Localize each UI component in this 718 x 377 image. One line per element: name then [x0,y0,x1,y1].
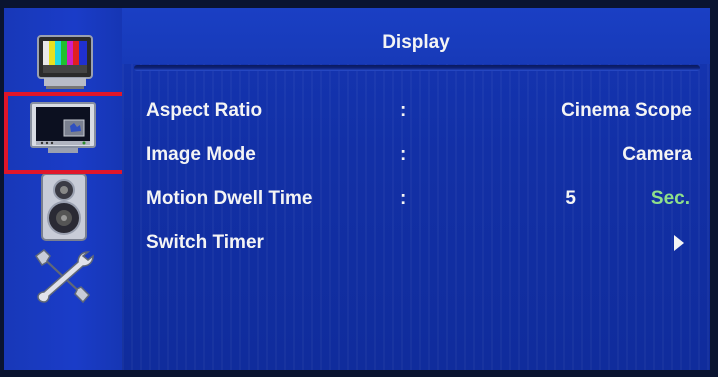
motion-dwell-time-label: Motion Dwell Time [146,188,313,209]
sidebar [4,8,128,370]
tools-icon[interactable] [26,246,100,304]
menu-row-motion-dwell-time[interactable]: Motion Dwell Time : 5 Sec. [122,184,710,214]
menu-row-aspect-ratio[interactable]: Aspect Ratio : Cinema Scope [122,96,710,126]
aspect-ratio-value[interactable]: Cinema Scope [561,100,692,122]
osd-screen: Display Aspect Ratio : Cinema Scope Imag… [4,8,710,370]
image-mode-value[interactable]: Camera [622,144,692,166]
motion-dwell-time-value[interactable]: 5 [565,188,576,210]
switch-timer-label: Switch Timer [146,232,264,253]
title-divider [134,65,700,71]
settings-panel: Display Aspect Ratio : Cinema Scope Imag… [122,8,710,370]
image-mode-label: Image Mode [146,144,256,165]
tv-test-pattern-icon[interactable] [34,34,96,90]
selection-highlight [4,92,128,174]
separator: : [400,144,407,165]
aspect-ratio-label: Aspect Ratio [146,100,263,121]
page-title: Display [382,32,450,53]
separator: : [400,188,407,209]
separator: : [400,100,407,121]
right-arrow-icon[interactable] [674,235,684,251]
motion-dwell-time-unit: Sec. [650,188,690,209]
menu-row-image-mode[interactable]: Image Mode : Camera [122,140,710,170]
title-bar: Display [122,8,710,64]
speaker-icon[interactable] [34,172,94,242]
menu-row-switch-timer[interactable]: Switch Timer [122,228,710,258]
